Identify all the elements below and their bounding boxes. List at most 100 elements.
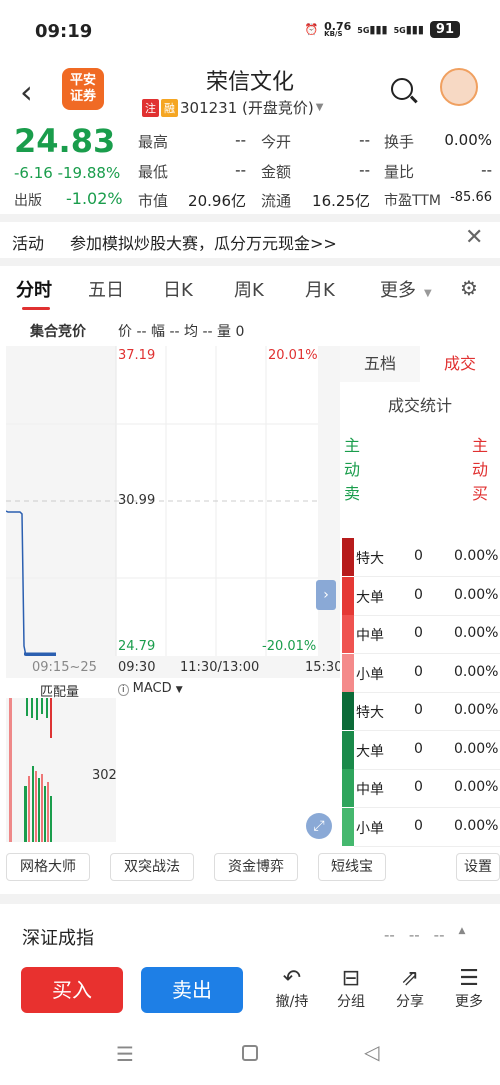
stat-count: 0 <box>414 740 423 757</box>
quote-label: 金额 <box>261 163 292 181</box>
last-price: 24.83 <box>14 122 116 160</box>
signal-icon: 5G▮▮▮ <box>357 22 388 36</box>
dropdown-icon: ▼ <box>424 288 432 299</box>
quote-label: 换手 <box>384 133 415 151</box>
short-line-button[interactable]: 短线宝 <box>318 853 386 881</box>
quote-value: 20.96亿 <box>188 192 246 210</box>
group-button[interactable]: ⊟ 分组 <box>326 966 376 1011</box>
trade-stats-title: 成交统计 <box>387 396 452 415</box>
quote-label: 今开 <box>261 133 292 151</box>
folder-icon: ⊟ <box>341 966 361 991</box>
stat-size-label: 小单 <box>356 666 384 683</box>
quote-label: 市盈TTM <box>384 193 441 209</box>
stat-size-label: 特大 <box>356 551 384 567</box>
stat-size-label: 中单 <box>356 782 384 798</box>
share-button[interactable]: ⇗ 分享 <box>385 966 435 1011</box>
gear-icon[interactable]: ⚙ <box>460 276 478 300</box>
quote-value: 0.00% <box>444 131 492 149</box>
search-icon[interactable] <box>391 78 413 100</box>
stat-pct: 0.00% <box>454 817 499 834</box>
row-divider <box>354 691 500 693</box>
auction-label: 集合竞价 <box>30 324 86 340</box>
more-button[interactable]: ☰ 更多 <box>444 966 494 1011</box>
stat-count: 0 <box>414 817 423 834</box>
x-label-auction: 09:15~25 <box>32 660 97 675</box>
status-time: 09:19 <box>35 21 93 42</box>
quote-value: -- <box>235 131 246 149</box>
tab-wuri[interactable]: 五日 <box>88 276 124 302</box>
volume-value: 302 <box>92 768 117 783</box>
row-divider <box>354 845 500 847</box>
stat-pct: 0.00% <box>454 779 499 795</box>
quote-value: -- <box>359 161 370 179</box>
activity-text[interactable]: 参加模拟炒股大赛，瓜分万元现金>> <box>70 230 337 254</box>
close-icon[interactable]: ✕ <box>465 225 483 250</box>
double-break-button[interactable]: 双突战法 <box>110 853 194 881</box>
grid-master-button[interactable]: 网格大师 <box>6 853 90 881</box>
match-volume-label: 匹配量 <box>40 685 80 700</box>
index-name[interactable]: 深证成指 <box>22 924 94 950</box>
stat-color-bar <box>342 538 354 576</box>
y-bot-label: 24.79 <box>118 639 156 654</box>
row-divider <box>354 730 500 731</box>
stat-color-bar <box>342 615 354 653</box>
macd-selector[interactable]: i MACD ▼ <box>118 681 183 696</box>
status-icons: ⏰ 0.76 KB/S 5G▮▮▮ 5G▮▮▮ 91 <box>304 20 460 38</box>
stat-pct: 0.00% <box>454 548 499 564</box>
avatar[interactable] <box>440 68 478 106</box>
tab-more[interactable]: 更多 ▼ <box>380 276 432 302</box>
stat-size-label: 小单 <box>356 820 384 837</box>
tab-trades[interactable]: 成交 <box>420 346 500 382</box>
signal-icon-2: 5G▮▮▮ <box>393 22 424 36</box>
stat-pct: 0.00% <box>454 586 499 603</box>
stock-code: 301231 (开盘竞价) <box>180 99 314 117</box>
stat-count: 0 <box>414 625 423 641</box>
dropdown-icon: ▼ <box>175 685 183 695</box>
stat-count: 0 <box>414 586 423 603</box>
quote-value: 16.25亿 <box>312 192 370 210</box>
expand-panel-icon[interactable]: › <box>316 580 336 610</box>
home-icon[interactable] <box>242 1045 258 1061</box>
stat-color-bar <box>342 653 354 692</box>
stat-size-label: 特大 <box>356 705 384 721</box>
tab-rik[interactable]: 日K <box>163 276 193 302</box>
pct-top-label: 20.01% <box>268 348 318 363</box>
net-speed: 0.76 KB/S <box>324 20 352 38</box>
back-nav-icon[interactable]: ◁ <box>364 1040 379 1064</box>
tab-yuek[interactable]: 月K <box>305 276 335 302</box>
tab-zhouk[interactable]: 周K <box>234 276 264 302</box>
dropdown-icon: ▼ <box>315 102 324 113</box>
quote-value: -85.66 <box>450 190 492 205</box>
stock-subline[interactable]: 注 融 301231 (开盘竞价) ▼ <box>142 97 323 118</box>
battery-icon: 91 <box>429 20 460 38</box>
buy-button[interactable]: 买入 <box>21 967 123 1013</box>
chart-tabs: 分时 五日 日K 周K 月K 更多 ▼ ⚙ <box>0 276 500 306</box>
x-label-open: 09:30 <box>118 660 156 675</box>
tab-fenshi[interactable]: 分时 <box>16 276 52 302</box>
sell-button[interactable]: 卖出 <box>141 967 243 1013</box>
quote-label: 流通 <box>261 192 292 210</box>
tool-buttons: 网格大师 双突战法 资金博弈 短线宝 设置 <box>0 853 500 885</box>
timeshare-chart[interactable] <box>6 346 340 842</box>
tab-five-levels[interactable]: 五档 <box>340 346 420 382</box>
tag-rong: 融 <box>161 98 178 117</box>
stat-color-bar <box>342 730 354 769</box>
fullscreen-icon[interactable]: ⤢ <box>306 813 332 839</box>
stat-count: 0 <box>414 663 423 680</box>
fund-game-button[interactable]: 资金博弈 <box>214 853 298 881</box>
quote-value: -- <box>235 161 246 179</box>
row-divider <box>354 576 500 577</box>
divider <box>0 214 500 222</box>
recent-apps-icon[interactable]: ☰ <box>116 1042 134 1066</box>
stat-color-bar <box>342 769 354 807</box>
y-mid-label: 30.99 <box>118 493 156 508</box>
x-label-noon: 11:30/13:00 <box>180 660 260 675</box>
stat-size-label: 中单 <box>356 628 384 644</box>
row-divider <box>354 807 500 808</box>
divider <box>0 258 500 266</box>
settings-button[interactable]: 设置 <box>456 853 500 881</box>
stat-color-bar <box>342 807 354 846</box>
cancel-hold-button[interactable]: ↶ 撤/持 <box>267 966 317 1011</box>
stat-count: 0 <box>414 702 423 718</box>
y-top-label: 37.19 <box>118 348 156 363</box>
